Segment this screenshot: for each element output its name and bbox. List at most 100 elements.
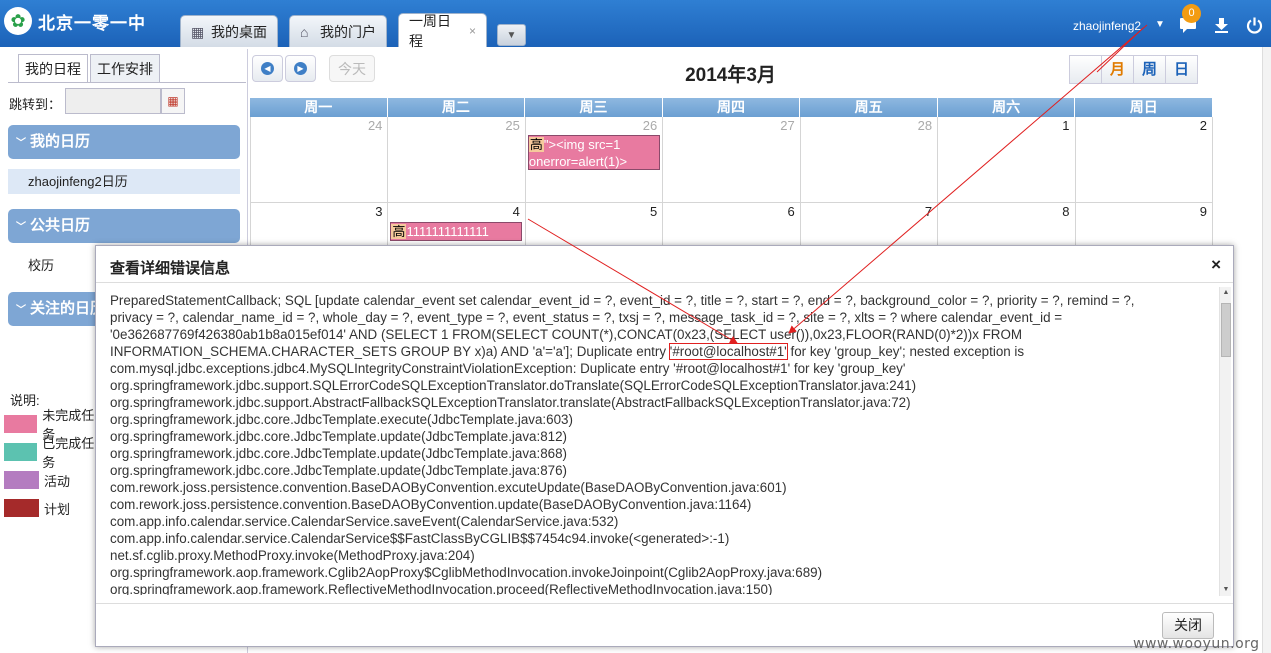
close-icon[interactable]: × bbox=[1211, 255, 1221, 275]
home-icon: ⌂ bbox=[300, 23, 309, 40]
stack-line: com.app.info.calendar.service.CalendarSe… bbox=[110, 531, 730, 546]
day-number: 8 bbox=[1062, 204, 1070, 219]
grid-icon: ▦ bbox=[191, 23, 205, 40]
error-line: privacy = ?, calendar_name_id = ?, whole… bbox=[110, 310, 1063, 325]
weekday-label: 周四 bbox=[663, 98, 801, 117]
day-cell[interactable]: 27 bbox=[662, 117, 799, 202]
view-switcher: 月 周 日 bbox=[1069, 55, 1198, 84]
logo: ✿ 北京一零一中 bbox=[4, 7, 146, 35]
scroll-thumb[interactable] bbox=[1221, 303, 1231, 357]
legend-title: 说明: bbox=[10, 393, 40, 408]
user-menu-caret-icon[interactable]: ▼ bbox=[1155, 19, 1165, 30]
event-title: 1111111111111 bbox=[406, 224, 489, 239]
tab-label: 一周日程 bbox=[409, 12, 451, 49]
divider bbox=[96, 603, 1233, 604]
jump-date-input[interactable] bbox=[65, 88, 161, 114]
day-number: 5 bbox=[650, 204, 658, 219]
error-text: for key 'group_key'; nested exception is bbox=[786, 344, 1025, 359]
dialog-title: 查看详细错误信息 bbox=[110, 260, 231, 277]
day-cell[interactable]: 26 高"><img src=1 onerror=alert(1)> bbox=[524, 117, 662, 202]
section-label: 我的日历 bbox=[30, 133, 91, 150]
power-icon[interactable] bbox=[1246, 17, 1263, 39]
tab-label: 我的桌面 bbox=[211, 23, 267, 40]
legend-swatch bbox=[4, 443, 38, 461]
day-number: 9 bbox=[1199, 204, 1207, 219]
close-button[interactable]: 关闭 bbox=[1162, 612, 1214, 639]
error-text: INFORMATION_SCHEMA.CHARACTER_SETS GROUP … bbox=[110, 344, 670, 359]
tab-week-schedule[interactable]: 一周日程 × bbox=[398, 13, 487, 49]
jump-to-label: 跳转到： bbox=[9, 97, 62, 112]
weekday-label: 周六 bbox=[938, 98, 1076, 117]
calendar-picker-icon[interactable]: ▦ bbox=[161, 88, 185, 114]
legend-swatch bbox=[4, 499, 39, 517]
section-label: 公共日历 bbox=[30, 217, 91, 234]
scroll-up-icon[interactable]: ▲ bbox=[1220, 287, 1232, 299]
error-line: INFORMATION_SCHEMA.CHARACTER_SETS GROUP … bbox=[110, 343, 1218, 360]
day-number: 24 bbox=[367, 118, 383, 133]
day-number: 28 bbox=[917, 118, 933, 133]
tab-my-desktop[interactable]: ▦ 我的桌面 bbox=[180, 15, 278, 47]
error-detail-dialog: 查看详细错误信息 × PreparedStatementCallback; SQ… bbox=[95, 245, 1234, 647]
weekday-label: 周一 bbox=[250, 98, 388, 117]
weekday-label: 周二 bbox=[388, 98, 526, 117]
day-number: 2 bbox=[1199, 118, 1207, 133]
day-cell[interactable]: 2 bbox=[1074, 117, 1213, 202]
day-cell[interactable]: 25 bbox=[387, 117, 524, 202]
stack-line: com.app.info.calendar.service.CalendarSe… bbox=[110, 514, 619, 529]
tab-my-portal[interactable]: ⌂ 我的门户 bbox=[289, 15, 387, 47]
section-label: 关注的日历 bbox=[30, 300, 106, 317]
tab-more-button[interactable]: ▼ bbox=[497, 24, 526, 46]
weekday-header: 周一 周二 周三 周四 周五 周六 周日 bbox=[250, 98, 1214, 117]
stack-line: org.springframework.jdbc.core.JdbcTempla… bbox=[110, 446, 567, 461]
day-number: 4 bbox=[512, 204, 520, 219]
stack-line: org.springframework.jdbc.support.SQLErro… bbox=[110, 378, 917, 393]
watermark: www.wooyun.org bbox=[1133, 636, 1260, 652]
weekday-label: 周日 bbox=[1075, 98, 1214, 117]
dialog-scrollbar[interactable]: ▲ ▼ bbox=[1219, 287, 1231, 596]
stack-line: org.springframework.jdbc.support.Abstrac… bbox=[110, 395, 911, 410]
app-window: ✿ 北京一零一中 ▦ 我的桌面 ⌂ 我的门户 一周日程 × ▼ zhaojinf… bbox=[0, 0, 1271, 653]
section-my-calendar[interactable]: ﹀ 我的日历 bbox=[8, 125, 240, 159]
day-number: 3 bbox=[375, 204, 383, 219]
day-number: 27 bbox=[780, 118, 795, 133]
week-row: 24 25 26 高"><img src=1 onerror=alert(1)>… bbox=[250, 117, 1213, 203]
calendar-item-zhaojinfeng2[interactable]: zhaojinfeng2日历 bbox=[8, 169, 240, 194]
calendar-event[interactable]: 高1111111111111 bbox=[390, 222, 523, 241]
tab-close-icon[interactable]: × bbox=[469, 24, 476, 38]
day-cell[interactable]: 28 bbox=[799, 117, 937, 202]
day-cell[interactable]: 1 bbox=[937, 117, 1074, 202]
legend-item: 已完成任务 bbox=[4, 436, 104, 470]
chevron-down-icon: ﹀ bbox=[16, 305, 26, 316]
message-count-badge: 0 bbox=[1182, 4, 1201, 23]
view-button-day[interactable]: 日 bbox=[1165, 55, 1198, 84]
day-cell[interactable]: 24 bbox=[250, 117, 387, 202]
legend-swatch bbox=[4, 471, 39, 489]
priority-tag: 高 bbox=[391, 224, 407, 239]
divider bbox=[96, 282, 1233, 283]
day-number: 1 bbox=[1062, 118, 1070, 133]
error-line: '0e362687769f426380ab1b8a015ef014' AND (… bbox=[110, 327, 1023, 342]
error-message-body: PreparedStatementCallback; SQL [update c… bbox=[110, 292, 1218, 595]
view-button-month[interactable]: 月 bbox=[1101, 55, 1134, 84]
tab-label: 我的门户 bbox=[320, 23, 376, 40]
chevron-down-icon: ﹀ bbox=[16, 138, 26, 149]
page-scrollbar[interactable] bbox=[1262, 47, 1271, 653]
calendar-event[interactable]: 高"><img src=1 onerror=alert(1)> bbox=[527, 135, 660, 170]
event-title: "><img src=1 onerror=alert(1)> bbox=[528, 137, 628, 169]
logo-emblem-icon: ✿ bbox=[4, 7, 32, 35]
section-public-calendar[interactable]: ﹀ 公共日历 bbox=[8, 209, 240, 243]
scroll-down-icon[interactable]: ▼ bbox=[1220, 584, 1232, 596]
user-name[interactable]: zhaojinfeng2 bbox=[1073, 19, 1141, 33]
chevron-down-icon: ﹀ bbox=[16, 222, 26, 233]
weekday-label: 周三 bbox=[525, 98, 663, 117]
view-button-week[interactable]: 周 bbox=[1133, 55, 1166, 84]
legend-label: 活动 bbox=[44, 473, 71, 489]
day-number: 6 bbox=[787, 204, 795, 219]
download-icon[interactable] bbox=[1214, 17, 1229, 39]
day-number: 26 bbox=[642, 118, 658, 133]
day-number: 25 bbox=[505, 118, 520, 133]
logo-text: 北京一零一中 bbox=[38, 13, 146, 34]
priority-tag: 高 bbox=[528, 137, 544, 152]
view-button-blank[interactable] bbox=[1069, 55, 1102, 84]
stack-line: org.springframework.aop.framework.Reflec… bbox=[110, 582, 773, 595]
